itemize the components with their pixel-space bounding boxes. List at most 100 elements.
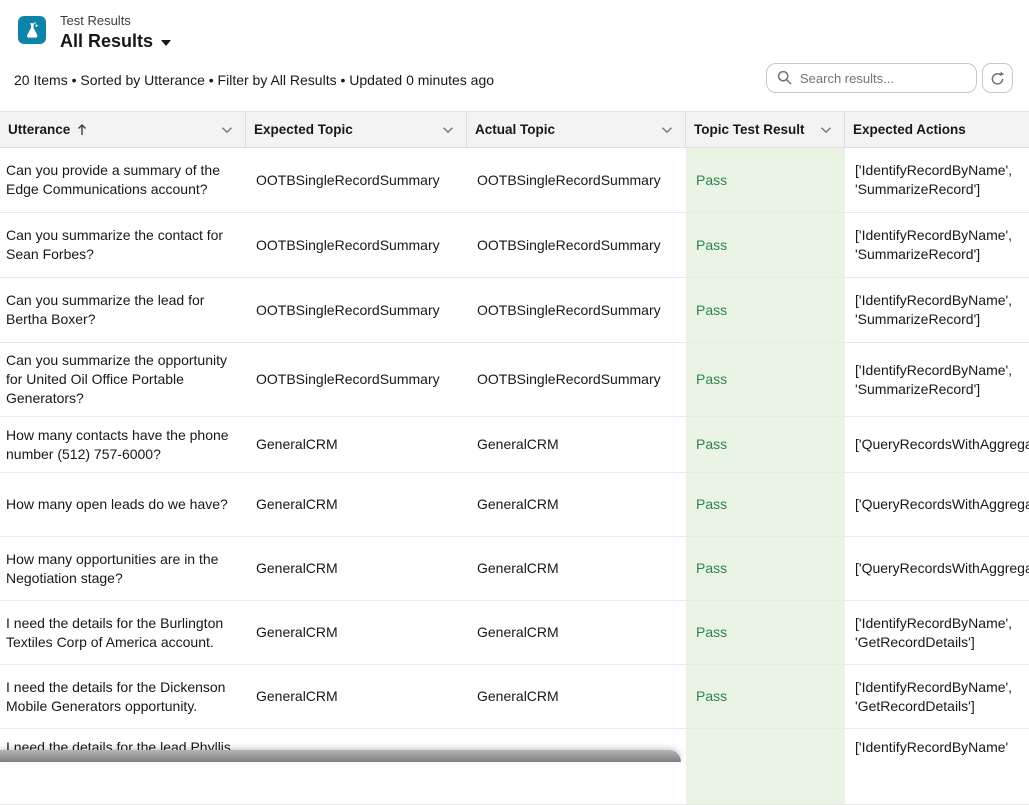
table-body: Can you provide a summary of the Edge Co… — [0, 148, 1029, 805]
column-header-expected-topic[interactable]: Expected Topic — [246, 112, 467, 147]
cell-expected-actions: ['IdentifyRecordByName', 'GetRecordDetai… — [845, 665, 1029, 728]
cell-actual-topic — [467, 729, 686, 804]
expected-actions-text: ['QueryRecordsWithAggrega — [855, 559, 1029, 578]
column-header-topic-test-result[interactable]: Topic Test Result — [686, 112, 845, 147]
cell-result: Pass — [686, 278, 845, 342]
cell-utterance: I need the details for the Burlington Te… — [0, 601, 246, 664]
actual-topic-text: GeneralCRM — [477, 435, 559, 454]
expected-topic-text: OOTBSingleRecordSummary — [256, 370, 440, 389]
utterance-text: How many open leads do we have? — [6, 495, 228, 514]
cell-expected-actions: ['IdentifyRecordByName', 'SummarizeRecor… — [845, 278, 1029, 342]
column-menu-chevron-icon[interactable] — [661, 126, 673, 134]
expected-topic-text: GeneralCRM — [256, 435, 338, 454]
table-row[interactable]: How many open leads do we have? GeneralCR… — [0, 473, 1029, 537]
actual-topic-text: OOTBSingleRecordSummary — [477, 236, 661, 255]
cell-expected-topic: GeneralCRM — [246, 417, 467, 472]
cell-result: Pass — [686, 537, 845, 600]
object-label: Test Results — [60, 13, 171, 28]
cell-expected-topic: OOTBSingleRecordSummary — [246, 148, 467, 212]
expected-actions-text: ['IdentifyRecordByName', 'SummarizeRecor… — [855, 161, 1029, 199]
column-header-actual-topic[interactable]: Actual Topic — [467, 112, 686, 147]
column-menu-chevron-icon[interactable] — [221, 126, 233, 134]
column-menu-chevron-icon[interactable] — [442, 126, 454, 134]
actual-topic-text: OOTBSingleRecordSummary — [477, 301, 661, 320]
table-row[interactable]: How many opportunities are in the Negoti… — [0, 537, 1029, 601]
list-view-selector[interactable]: All Results — [60, 31, 171, 52]
cell-expected-actions: ['IdentifyRecordByName' — [845, 729, 1029, 804]
cell-expected-actions: ['IdentifyRecordByName', 'SummarizeRecor… — [845, 148, 1029, 212]
cell-actual-topic: OOTBSingleRecordSummary — [467, 213, 686, 277]
docked-panel-top-edge[interactable] — [0, 750, 681, 762]
cell-actual-topic: GeneralCRM — [467, 537, 686, 600]
table-row[interactable]: Can you summarize the lead for Bertha Bo… — [0, 278, 1029, 343]
table-row[interactable]: Can you summarize the opportunity for Un… — [0, 343, 1029, 417]
table-row[interactable]: How many contacts have the phone number … — [0, 417, 1029, 473]
cell-utterance: How many open leads do we have? — [0, 473, 246, 536]
refresh-button[interactable] — [982, 63, 1013, 93]
sort-ascending-icon — [77, 124, 87, 136]
result-text: Pass — [696, 687, 727, 706]
utterance-text: How many opportunities are in the Negoti… — [6, 550, 234, 588]
search-box — [766, 63, 977, 93]
expected-actions-text: ['IdentifyRecordByName', 'SummarizeRecor… — [855, 291, 1029, 329]
cell-utterance: I need the details for the Dickenson Mob… — [0, 665, 246, 728]
cell-expected-topic: GeneralCRM — [246, 601, 467, 664]
cell-result: Pass — [686, 148, 845, 212]
table-row[interactable]: Can you provide a summary of the Edge Co… — [0, 148, 1029, 213]
expected-actions-text: ['QueryRecordsWithAggrega — [855, 435, 1029, 454]
table-row[interactable]: I need the details for the lead Phyllis[… — [0, 729, 1029, 805]
table-row[interactable]: I need the details for the Dickenson Mob… — [0, 665, 1029, 729]
flask-icon — [23, 21, 42, 40]
cell-result: Pass — [686, 213, 845, 277]
cell-actual-topic: GeneralCRM — [467, 665, 686, 728]
cell-result: Pass — [686, 601, 845, 664]
cell-actual-topic: GeneralCRM — [467, 601, 686, 664]
expected-topic-text: GeneralCRM — [256, 495, 338, 514]
search-icon — [777, 70, 792, 85]
result-text: Pass — [696, 171, 727, 190]
page-header: Test Results All Results 20 Items • Sort… — [0, 0, 1029, 111]
cell-expected-actions: ['QueryRecordsWithAggrega — [845, 417, 1029, 472]
column-header-expected-actions[interactable]: Expected Actions — [845, 112, 1029, 147]
actual-topic-text: GeneralCRM — [477, 623, 559, 642]
column-header-utterance[interactable]: Utterance — [0, 112, 246, 147]
expected-actions-text: ['IdentifyRecordByName', 'SummarizeRecor… — [855, 361, 1029, 399]
expected-topic-text: OOTBSingleRecordSummary — [256, 301, 440, 320]
cell-expected-topic: OOTBSingleRecordSummary — [246, 278, 467, 342]
table-row[interactable]: Can you summarize the contact for Sean F… — [0, 213, 1029, 278]
utterance-text: Can you summarize the opportunity for Un… — [6, 351, 234, 408]
expected-topic-text: OOTBSingleRecordSummary — [256, 171, 440, 190]
expected-topic-text: GeneralCRM — [256, 687, 338, 706]
actual-topic-text: GeneralCRM — [477, 559, 559, 578]
cell-result: Pass — [686, 665, 845, 728]
column-label: Actual Topic — [475, 122, 555, 137]
result-text: Pass — [696, 435, 727, 454]
list-summary: 20 Items • Sorted by Utterance • Filter … — [14, 72, 494, 88]
utterance-text: I need the details for the Burlington Te… — [6, 614, 234, 652]
result-text: Pass — [696, 301, 727, 320]
cell-result: Pass — [686, 473, 845, 536]
table-row[interactable]: I need the details for the Burlington Te… — [0, 601, 1029, 665]
actual-topic-text: OOTBSingleRecordSummary — [477, 370, 661, 389]
cell-utterance: How many contacts have the phone number … — [0, 417, 246, 472]
cell-expected-topic — [246, 729, 467, 804]
list-view-dropdown-caret-icon[interactable] — [161, 40, 171, 46]
cell-utterance: Can you summarize the opportunity for Un… — [0, 343, 246, 416]
result-text: Pass — [696, 495, 727, 514]
cell-actual-topic: OOTBSingleRecordSummary — [467, 278, 686, 342]
column-menu-chevron-icon[interactable] — [820, 126, 832, 134]
utterance-text: I need the details for the Dickenson Mob… — [6, 678, 234, 716]
cell-expected-actions: ['IdentifyRecordByName', 'SummarizeRecor… — [845, 213, 1029, 277]
result-text: Pass — [696, 559, 727, 578]
cell-expected-actions: ['QueryRecordsWithAggrega — [845, 473, 1029, 536]
cell-utterance: Can you provide a summary of the Edge Co… — [0, 148, 246, 212]
column-label: Utterance — [8, 122, 70, 137]
search-input[interactable] — [766, 63, 977, 93]
list-view-name[interactable]: All Results — [60, 31, 153, 52]
utterance-text: Can you summarize the contact for Sean F… — [6, 226, 234, 264]
column-label: Topic Test Result — [694, 122, 805, 137]
result-text: Pass — [696, 623, 727, 642]
result-text: Pass — [696, 236, 727, 255]
actual-topic-text: GeneralCRM — [477, 687, 559, 706]
result-text: Pass — [696, 370, 727, 389]
